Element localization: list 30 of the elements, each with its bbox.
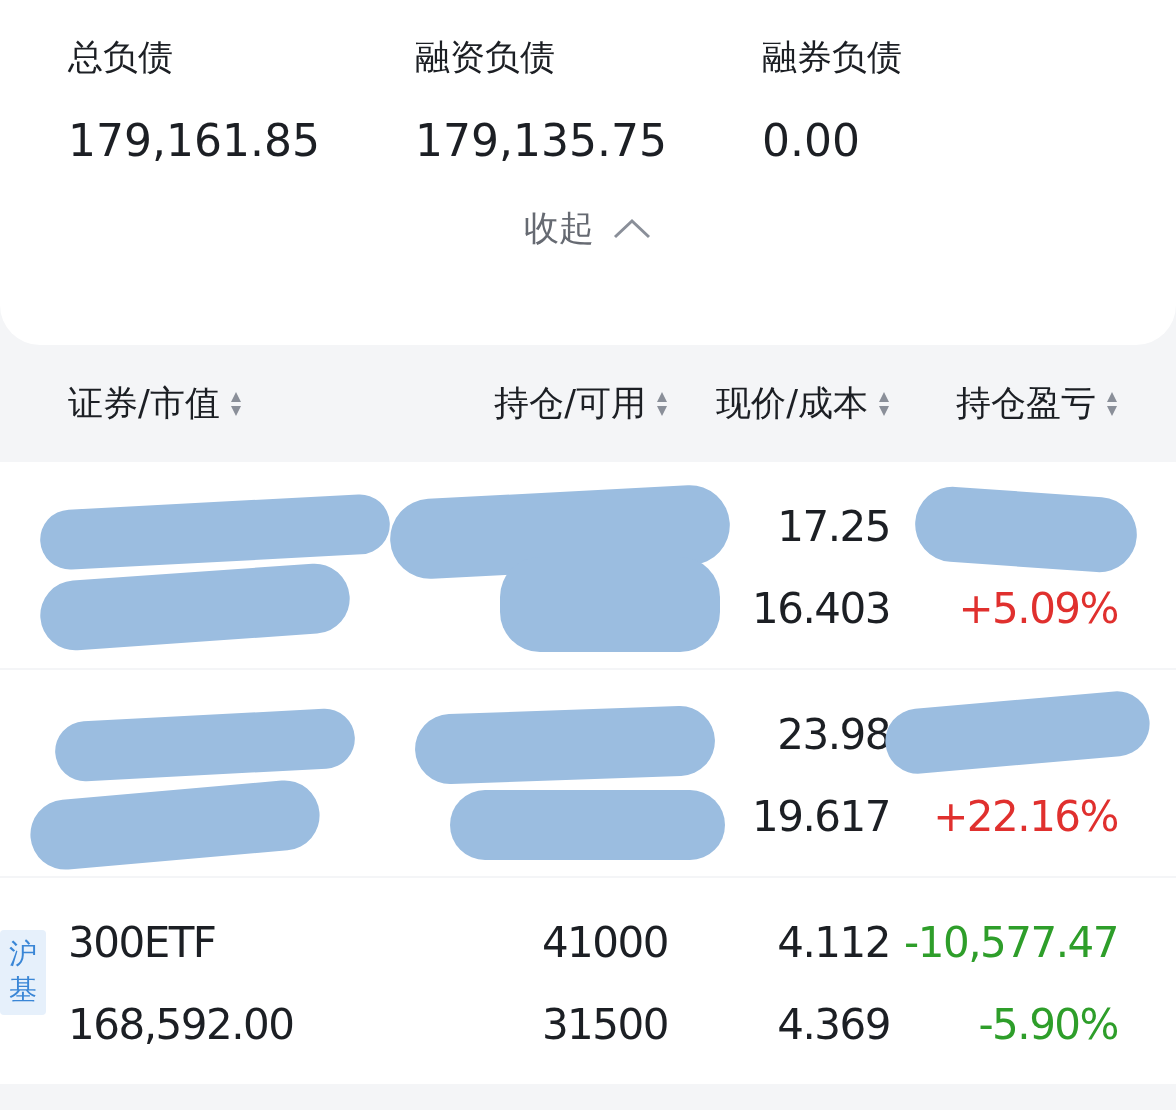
holding-quantity: 41000 (541, 918, 668, 968)
current-price: 17.25 (777, 502, 890, 552)
profit-loss-percent: +5.09% (958, 584, 1118, 634)
position-row[interactable]: 17.25 16.403 +5.09% (0, 462, 1176, 668)
cost-price: 4.369 (777, 1000, 890, 1050)
available-quantity: 31500 (541, 1000, 668, 1050)
market-value: 168,592.00 (68, 1000, 295, 1050)
column-header[interactable]: 现价/成本 (668, 380, 890, 427)
security-name: 300ETF (68, 918, 217, 968)
column-header[interactable]: 持仓盈亏 (890, 380, 1118, 427)
column-header[interactable]: 持仓/可用 (448, 380, 668, 427)
profit-loss-percent: +22.16% (933, 792, 1118, 842)
position-row[interactable]: 23.98 19.617 +22.16% (0, 670, 1176, 876)
current-price: 4.112 (777, 918, 890, 968)
summary-value: 179,161.85 (68, 119, 321, 163)
summary-label: 总负债 (68, 40, 174, 75)
position-row[interactable]: 沪基 300ETF 168,592.00 41000 31500 4.112 4.369 -10,577.47 -5.90% (0, 878, 1176, 1084)
current-price: 23.98 (777, 710, 890, 760)
summary-value: 179,135.75 (415, 119, 668, 163)
summary-label: 融资负债 (415, 40, 556, 75)
cost-price: 19.617 (752, 792, 890, 842)
market-tag: 沪基 (0, 930, 46, 1015)
profit-loss-percent: -5.90% (978, 1000, 1118, 1050)
column-header[interactable]: 证券/市值 (68, 380, 448, 427)
summary-label: 融券负债 (762, 40, 903, 75)
cost-price: 16.403 (752, 584, 890, 634)
summary-value: 0.00 (762, 119, 861, 163)
chevron-icon (612, 216, 652, 241)
collapse-button[interactable]: 收起 (524, 205, 652, 252)
profit-loss: -10,577.47 (904, 918, 1118, 968)
